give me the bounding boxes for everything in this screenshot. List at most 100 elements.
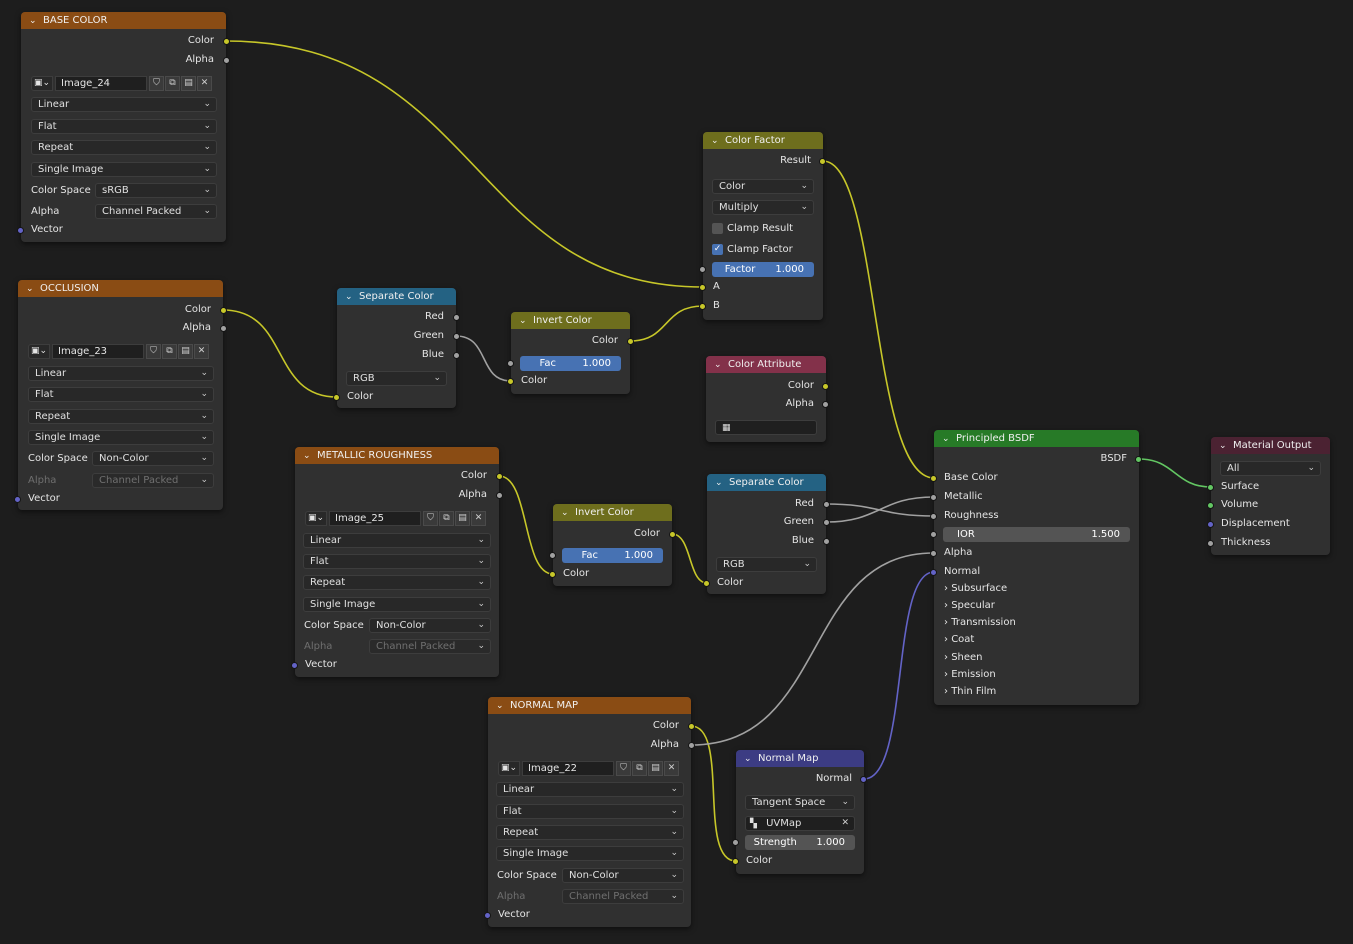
socket-color-in[interactable] (333, 394, 340, 401)
image-browse-icon[interactable]: ▣⌄ (28, 344, 50, 359)
node-header[interactable]: ⌄ Separate Color (337, 288, 456, 305)
chevron-down-icon[interactable]: ⌄ (496, 701, 506, 711)
panel-thin-film[interactable]: › Thin Film (944, 683, 996, 701)
duplicate-image-icon[interactable]: ⧉ (162, 344, 177, 359)
node-header[interactable]: ⌄ METALLIC ROUGHNESS (295, 447, 499, 464)
image-name-field[interactable]: Image_22 (522, 761, 614, 776)
uv-map-field[interactable]: ▚ UVMap ✕ (745, 816, 855, 831)
socket-alpha-out[interactable] (688, 742, 695, 749)
extension-dropdown[interactable]: Repeat ⌄ (31, 140, 217, 155)
duplicate-image-icon[interactable]: ⧉ (632, 761, 647, 776)
clamp-factor-checkbox[interactable]: ✓ (712, 244, 723, 255)
fac-slider[interactable]: Fac 1.000 (520, 356, 621, 371)
socket-color-in[interactable] (549, 571, 556, 578)
node-invert-color[interactable]: ⌄ Invert Color Color Fac 1.000 Color (549, 504, 676, 586)
socket-volume-in[interactable] (1207, 502, 1214, 509)
chevron-down-icon[interactable]: ⌄ (561, 508, 571, 518)
mode-dropdown[interactable]: RGB ⌄ (716, 557, 817, 572)
attribute-name-field[interactable]: ▦ (715, 420, 817, 435)
interpolation-dropdown[interactable]: Linear ⌄ (31, 97, 217, 112)
socket-ior-in[interactable] (930, 531, 937, 538)
socket-normal-out[interactable] (860, 776, 867, 783)
source-dropdown[interactable]: Single Image ⌄ (28, 430, 214, 445)
interpolation-dropdown[interactable]: Linear ⌄ (496, 782, 684, 797)
node-metallic-roughness[interactable]: ⌄ METALLIC ROUGHNESS Color Alpha ▣⌄ Imag… (291, 447, 503, 677)
alpha-mode-dropdown[interactable]: Channel Packed ⌄ (95, 204, 217, 219)
node-invert-color[interactable]: ⌄ Invert Color Color Fac 1.000 Color (507, 312, 634, 394)
socket-fac-in[interactable] (549, 552, 556, 559)
fake-user-shield-icon[interactable]: ⛉ (423, 511, 438, 526)
close-icon[interactable]: ✕ (664, 761, 679, 776)
socket-normal-in[interactable] (930, 569, 937, 576)
factor-slider[interactable]: Factor 1.000 (712, 262, 814, 277)
image-browse-icon[interactable]: ▣⌄ (498, 761, 520, 776)
interpolation-dropdown[interactable]: Linear ⌄ (28, 366, 214, 381)
socket-alpha-out[interactable] (822, 401, 829, 408)
socket-factor-in[interactable] (699, 266, 706, 273)
color-space-dropdown[interactable]: Non-Color ⌄ (562, 868, 684, 883)
socket-color-out[interactable] (669, 531, 676, 538)
image-name-field[interactable]: Image_25 (329, 511, 421, 526)
node-header[interactable]: ⌄ BASE COLOR (21, 12, 226, 29)
socket-displacement-in[interactable] (1207, 521, 1214, 528)
open-image-icon[interactable]: ▤ (178, 344, 193, 359)
socket-vector-in[interactable] (17, 227, 24, 234)
panel-transmission[interactable]: › Transmission (944, 614, 1016, 632)
node-header[interactable]: ⌄ Material Output (1211, 437, 1330, 454)
socket-vector-in[interactable] (291, 662, 298, 669)
socket-thickness-in[interactable] (1207, 540, 1214, 547)
socket-alpha-out[interactable] (496, 492, 503, 499)
extension-dropdown[interactable]: Repeat ⌄ (496, 825, 684, 840)
socket-metallic-in[interactable] (930, 494, 937, 501)
source-dropdown[interactable]: Single Image ⌄ (303, 597, 491, 612)
socket-green-out[interactable] (453, 333, 460, 340)
chevron-down-icon[interactable]: ⌄ (1219, 441, 1229, 451)
image-selector[interactable]: ▣⌄ Image_24 ⛉ ⧉ ▤ ✕ (31, 76, 217, 91)
color-space-dropdown[interactable]: sRGB ⌄ (95, 183, 217, 198)
duplicate-image-icon[interactable]: ⧉ (439, 511, 454, 526)
chevron-down-icon[interactable]: ⌄ (744, 754, 754, 764)
node-header[interactable]: ⌄ Invert Color (511, 312, 630, 329)
socket-color-out[interactable] (822, 383, 829, 390)
chevron-down-icon[interactable]: ⌄ (345, 292, 355, 302)
socket-b-in[interactable] (699, 303, 706, 310)
mode-dropdown[interactable]: RGB ⌄ (346, 371, 447, 386)
image-name-field[interactable]: Image_24 (55, 76, 147, 91)
node-header[interactable]: ⌄ NORMAL MAP (488, 697, 691, 714)
node-material-output[interactable]: ⌄ Material Output All ⌄ Surface Volume Di… (1207, 437, 1330, 555)
projection-dropdown[interactable]: Flat ⌄ (28, 387, 214, 402)
socket-green-out[interactable] (823, 519, 830, 526)
node-normal-map[interactable]: ⌄ Normal Map Normal Tangent Space ⌄ ▚ UVM… (732, 750, 867, 874)
socket-red-out[interactable] (823, 501, 830, 508)
node-header[interactable]: ⌄ Invert Color (553, 504, 672, 521)
node-header[interactable]: ⌄ Principled BSDF (934, 430, 1139, 447)
socket-alpha-out[interactable] (220, 325, 227, 332)
color-space-dropdown[interactable]: Non-Color ⌄ (369, 618, 491, 633)
node-principled-bsdf[interactable]: ⌄ Principled BSDF BSDF Base Color Metall… (930, 430, 1142, 705)
socket-color-out[interactable] (688, 723, 695, 730)
socket-color-in[interactable] (507, 378, 514, 385)
socket-color-out[interactable] (627, 338, 634, 345)
extension-dropdown[interactable]: Repeat ⌄ (303, 575, 491, 590)
socket-fac-in[interactable] (507, 360, 514, 367)
open-image-icon[interactable]: ▤ (455, 511, 470, 526)
node-header[interactable]: ⌄ Normal Map (736, 750, 864, 767)
clamp-result-checkbox[interactable] (712, 223, 723, 234)
socket-roughness-in[interactable] (930, 513, 937, 520)
socket-color-out[interactable] (223, 38, 230, 45)
target-dropdown[interactable]: All ⌄ (1220, 461, 1321, 476)
node-separate-color[interactable]: ⌄ Separate Color Red Green Blue RGB ⌄ Col… (333, 288, 460, 408)
node-color-factor[interactable]: ⌄ Color Factor Result Color ⌄ Multiply ⌄ C… (699, 132, 826, 320)
node-occlusion[interactable]: ⌄ OCCLUSION Color Alpha ▣⌄ Image_23 ⛉ ⧉ … (14, 280, 227, 510)
socket-color-in[interactable] (703, 580, 710, 587)
fake-user-shield-icon[interactable]: ⛉ (616, 761, 631, 776)
open-image-icon[interactable]: ▤ (181, 76, 196, 91)
fake-user-shield-icon[interactable]: ⛉ (146, 344, 161, 359)
node-color-attribute[interactable]: ⌄ Color Attribute Color Alpha ▦ (706, 356, 829, 442)
panel-specular[interactable]: › Specular (944, 597, 995, 615)
chevron-down-icon[interactable]: ⌄ (942, 434, 952, 444)
ior-slider[interactable]: IOR 1.500 (943, 527, 1130, 542)
node-header[interactable]: ⌄ Color Factor (703, 132, 823, 149)
data-type-dropdown[interactable]: Color ⌄ (712, 179, 814, 194)
source-dropdown[interactable]: Single Image ⌄ (496, 846, 684, 861)
